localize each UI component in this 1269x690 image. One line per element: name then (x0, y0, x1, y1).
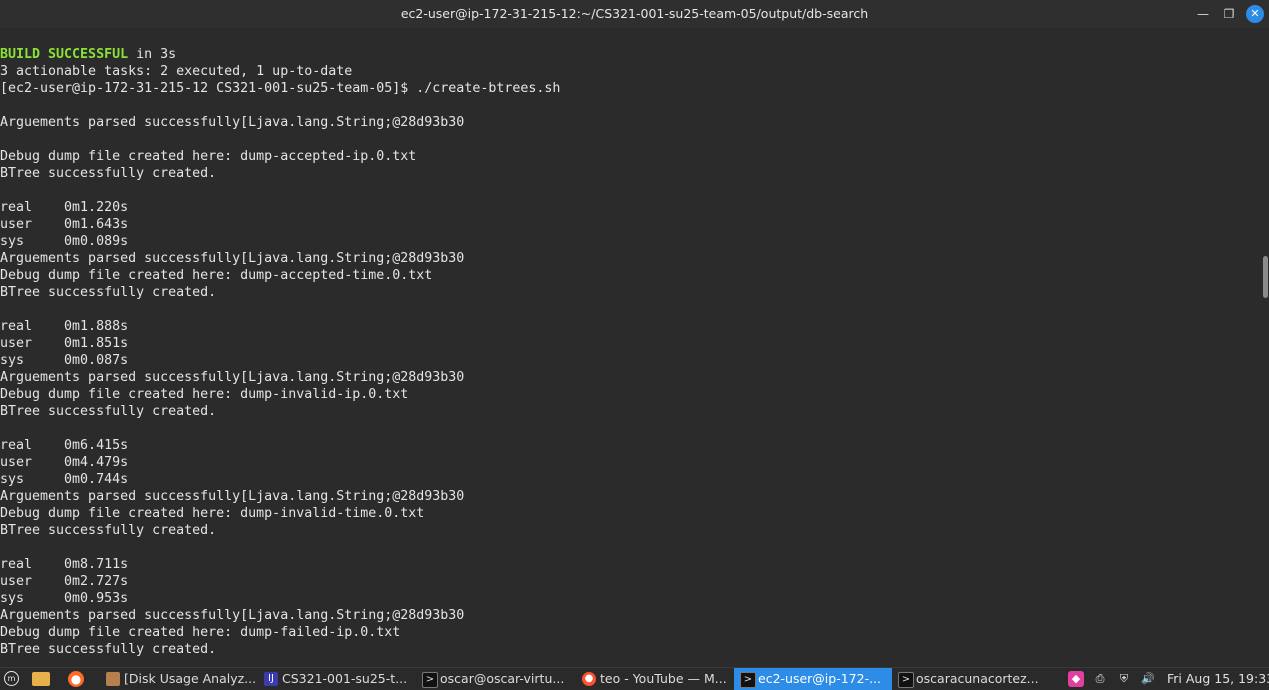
terminal-line: BTree successfully created. (0, 523, 217, 538)
terminal-line: Debug dump file created here: dump-inval… (0, 387, 409, 402)
terminal-icon: > (898, 672, 914, 688)
terminal-line: sys 0m0.087s (0, 353, 129, 368)
app-tray-icon[interactable]: ◆ (1068, 671, 1084, 687)
terminal-line: real 0m1.220s (0, 200, 129, 215)
window-titlebar[interactable]: ec2-user@ip-172-31-215-12:~/CS321-001-su… (0, 0, 1269, 28)
terminal-line: user 0m1.851s (0, 336, 129, 351)
terminal-line: Arguements parsed successfully[Ljava.lan… (0, 489, 465, 504)
terminal-line: sys 0m0.953s (0, 591, 129, 606)
terminal-line: sys 0m0.744s (0, 472, 129, 487)
terminal-icon: > (740, 672, 756, 688)
close-icon[interactable]: ✕ (1246, 5, 1264, 23)
maximize-icon[interactable]: ❐ (1220, 5, 1238, 23)
terminal-line: BUILD SUCCESSFUL in 3s (0, 46, 1258, 63)
terminal-line: real 0m6.415s (0, 438, 129, 453)
task-firefox-youtube[interactable]: ● teo - YouTube — M... (576, 668, 734, 690)
build-status-text: BUILD SUCCESSFUL (0, 47, 129, 62)
terminal-line: Arguements parsed successfully[Ljava.lan… (0, 608, 465, 623)
files-icon[interactable] (32, 672, 50, 686)
terminal-line: BTree successfully created. (0, 285, 217, 300)
task-terminal-oscar[interactable]: > oscar@oscar-virtu... (416, 668, 576, 690)
disk-usage-icon (106, 672, 120, 686)
terminal-line: Arguements parsed successfully[Ljava.lan… (0, 370, 465, 385)
taskbar: m ● [Disk Usage Analyz... IJ CS321-001-s… (0, 667, 1269, 690)
ide-icon: IJ (264, 672, 278, 686)
terminal-line: real 0m8.711s (0, 557, 129, 572)
terminal-line: BTree successfully created. (0, 642, 217, 657)
task-ec2-terminal[interactable]: > ec2-user@ip-172-... (734, 668, 892, 690)
terminal-line: sys 0m0.089s (0, 234, 129, 249)
mint-menu-icon[interactable]: m (4, 671, 19, 686)
firefox-icon[interactable]: ● (68, 671, 84, 687)
terminal-line: Debug dump file created here: dump-accep… (0, 149, 417, 164)
terminal-line: user 0m1.643s (0, 217, 129, 232)
task-label: teo - YouTube — M... (600, 671, 727, 686)
terminal-line: BTree successfully created. (0, 404, 217, 419)
terminal-line: Debug dump file created here: dump-accep… (0, 268, 433, 283)
minimize-icon[interactable]: — (1194, 5, 1212, 23)
window-title: ec2-user@ip-172-31-215-12:~/CS321-001-su… (400, 6, 869, 21)
volume-icon[interactable]: 🔊 (1140, 671, 1156, 687)
task-label: CS321-001-su25-t... (282, 671, 408, 686)
terminal-icon: > (422, 672, 438, 688)
firefox-icon: ● (582, 672, 596, 686)
terminal-line: Debug dump file created here: dump-faile… (0, 625, 401, 640)
terminal-line: [ec2-user@ip-172-31-215-12 CS321-001-su2… (0, 81, 561, 96)
terminal-text: in 3s (128, 47, 177, 62)
task-label: ec2-user@ip-172-... (758, 671, 881, 686)
terminal-line: Debug dump file created here: dump-inval… (0, 506, 425, 521)
shield-icon[interactable]: ⛨ (1116, 671, 1132, 687)
scrollbar-thumb[interactable] (1263, 256, 1268, 298)
clock[interactable]: Fri Aug 15, 19:33 (1167, 668, 1269, 690)
terminal-line: BTree successfully created. (0, 166, 217, 181)
terminal-line: user 0m4.479s (0, 455, 129, 470)
task-label: [Disk Usage Analyz... (124, 671, 257, 686)
terminal-output[interactable]: BUILD SUCCESSFUL in 3s 3 actionable tasks… (0, 46, 1258, 666)
task-disk-usage-analyzer[interactable]: [Disk Usage Analyz... (100, 668, 258, 690)
clipboard-icon[interactable]: ⎙ (1092, 671, 1108, 687)
task-ide[interactable]: IJ CS321-001-su25-t... (258, 668, 416, 690)
task-label: oscaracunacortez... (916, 671, 1039, 686)
terminal-line: Arguements parsed successfully[Ljava.lan… (0, 115, 465, 130)
task-label: oscar@oscar-virtu... (440, 671, 565, 686)
terminal-line: real 0m1.888s (0, 319, 129, 334)
terminal-line: Arguements parsed successfully[Ljava.lan… (0, 251, 465, 266)
terminal-line: 3 actionable tasks: 2 executed, 1 up-to-… (0, 64, 353, 79)
task-terminal-oscaracunacortez[interactable]: > oscaracunacortez... (892, 668, 1052, 690)
terminal-line: user 0m2.727s (0, 574, 129, 589)
